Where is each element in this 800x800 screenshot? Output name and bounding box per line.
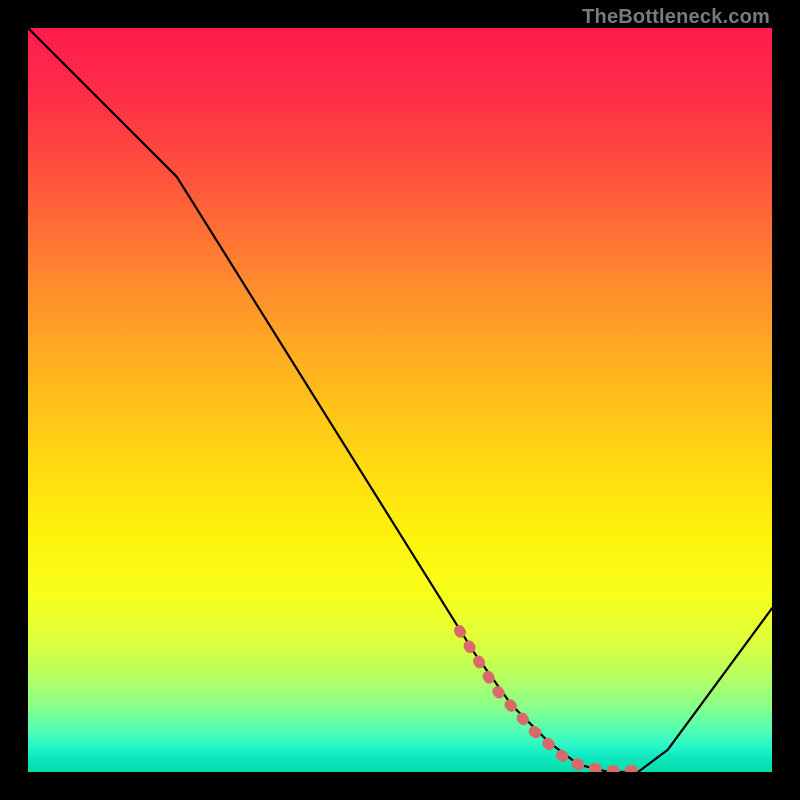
watermark-text: TheBottleneck.com bbox=[582, 6, 770, 29]
curve-svg bbox=[28, 28, 772, 772]
bottleneck-curve bbox=[28, 28, 772, 772]
chart-frame: TheBottleneck.com bbox=[0, 0, 800, 800]
plot-area bbox=[28, 28, 772, 772]
optimal-band-dotted bbox=[460, 631, 639, 772]
